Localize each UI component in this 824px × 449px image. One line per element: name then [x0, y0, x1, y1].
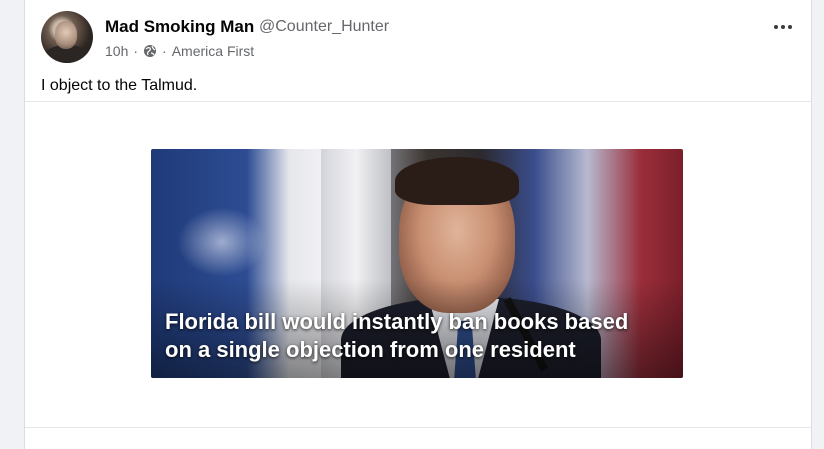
post-card: Mad Smoking Man @Counter_Hunter 10h · · …	[24, 0, 812, 449]
author-avatar[interactable]	[41, 11, 93, 63]
group-name[interactable]: America First	[172, 43, 254, 59]
avatar-face	[55, 21, 77, 49]
more-options-icon[interactable]	[769, 17, 797, 37]
top-divider	[25, 101, 811, 102]
caption-line-2: on a single objection from one resident	[165, 337, 576, 362]
background-logo	[177, 207, 267, 277]
post-meta: 10h · · America First	[105, 43, 254, 59]
caption-line-1: Florida bill would instantly ban books b…	[165, 309, 629, 334]
person-hair	[395, 157, 519, 205]
meta-separator: ·	[133, 43, 139, 59]
globe-icon	[143, 44, 157, 58]
post-text: I object to the Talmud.	[41, 77, 198, 94]
author-name[interactable]: Mad Smoking Man	[105, 17, 254, 37]
bottom-divider	[25, 427, 811, 428]
author-handle[interactable]: @Counter_Hunter	[259, 18, 389, 36]
post-image[interactable]: Florida bill would instantly ban books b…	[151, 149, 683, 378]
post-time[interactable]: 10h	[105, 43, 128, 59]
meta-separator: ·	[162, 43, 167, 59]
image-caption: Florida bill would instantly ban books b…	[165, 308, 675, 364]
